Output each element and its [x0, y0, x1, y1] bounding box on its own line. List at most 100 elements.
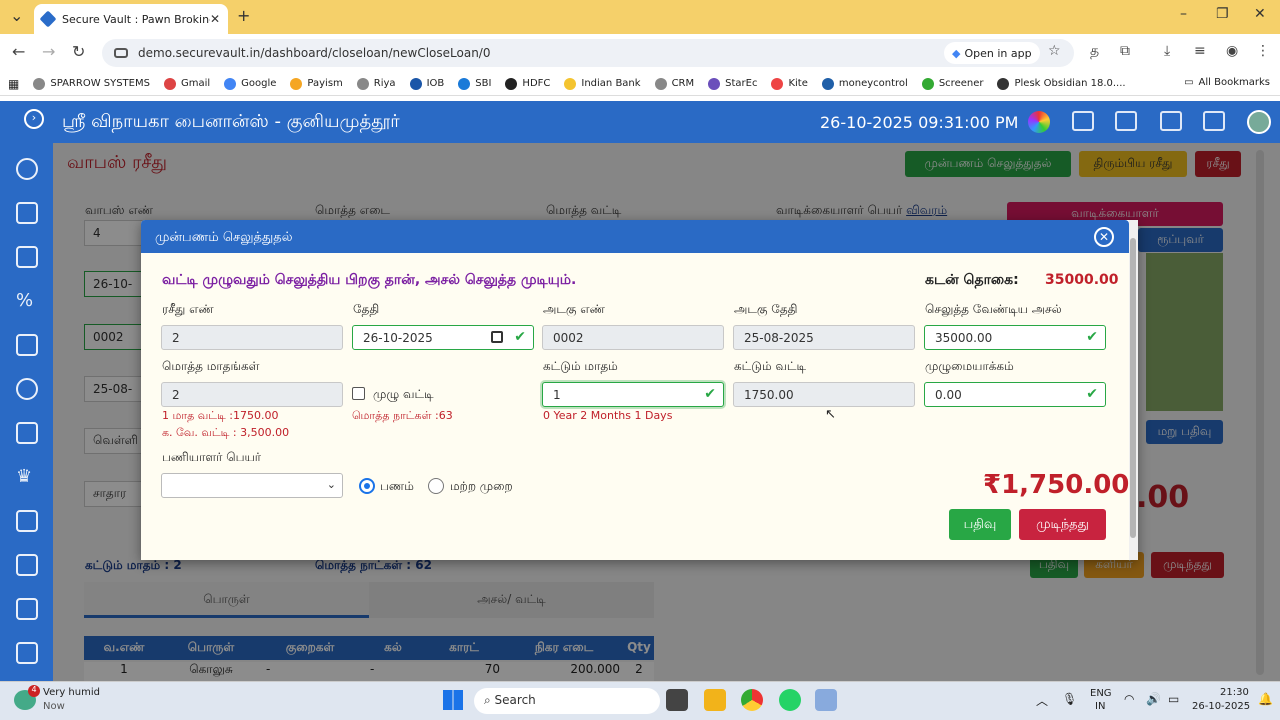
windows-start-icon[interactable]: [443, 690, 463, 710]
language-indicator[interactable]: ENG: [1090, 688, 1112, 699]
menu-icon[interactable]: ⋮: [1256, 43, 1270, 59]
microphone-icon[interactable]: 🎙: [1062, 692, 1077, 706]
bookmark-item[interactable]: moneycontrol: [821, 77, 908, 90]
coin-icon[interactable]: [16, 378, 38, 400]
modal-close-icon[interactable]: ✕: [1094, 227, 1114, 247]
stack-icon[interactable]: [16, 334, 38, 356]
sidebar-toggle-icon[interactable]: ›: [24, 109, 44, 129]
tray-chevron-icon[interactable]: ︿: [1036, 692, 1048, 709]
bookmark-item[interactable]: IOB: [409, 77, 444, 90]
rounding-input[interactable]: 0.00 ✔: [924, 382, 1106, 407]
users-icon[interactable]: [16, 246, 38, 268]
bookmark-item[interactable]: CRM: [654, 77, 694, 90]
avatar[interactable]: [1247, 110, 1271, 134]
bookmark-item[interactable]: Kite: [771, 77, 808, 90]
snipping-tool-icon[interactable]: [815, 689, 837, 711]
bank-icon[interactable]: [1203, 111, 1225, 131]
bookmark-item[interactable]: HDFC: [505, 77, 550, 90]
chrome-icon[interactable]: [741, 689, 763, 711]
apps-icon[interactable]: ▦: [8, 77, 19, 91]
bookmark-item[interactable]: Plesk Obsidian 18.0....: [997, 77, 1126, 90]
bookmark-item[interactable]: Indian Bank: [564, 77, 641, 90]
theme-icon[interactable]: [1028, 111, 1050, 133]
paying-month-input[interactable]: 1 ✔: [542, 382, 724, 407]
modal-scrollbar[interactable]: [1129, 220, 1138, 560]
user-settings-icon[interactable]: [16, 642, 38, 664]
bookmark-item[interactable]: Gmail: [163, 77, 210, 90]
settings-icon[interactable]: [1072, 111, 1094, 131]
total-days-text: மொத்த நாட்கள் :63: [352, 409, 453, 422]
monitor-icon[interactable]: [16, 554, 38, 576]
notification-bell-icon[interactable]: 🔔: [1258, 692, 1273, 706]
principal-due-input[interactable]: 35000.00 ✔: [924, 325, 1106, 350]
extensions-icon[interactable]: ⧉: [1120, 43, 1130, 59]
crown-icon[interactable]: ♛: [16, 466, 38, 488]
bookmark-star-icon[interactable]: ☆: [1048, 43, 1061, 59]
profile-icon[interactable]: ◉: [1226, 43, 1238, 59]
task-view-icon[interactable]: [666, 689, 688, 711]
total-months-input[interactable]: 2: [161, 382, 343, 407]
reload-icon[interactable]: ↻: [72, 42, 85, 61]
clock-time[interactable]: 21:30: [1220, 687, 1249, 698]
receipt-no-input[interactable]: 2: [161, 325, 343, 350]
forward-icon[interactable]: →: [42, 42, 55, 61]
volume-icon[interactable]: 🔊: [1146, 692, 1161, 706]
new-tab-icon[interactable]: +: [237, 6, 250, 25]
close-tab-icon[interactable]: ✕: [210, 12, 220, 26]
paying-interest-input[interactable]: 1750.00: [733, 382, 915, 407]
done-button[interactable]: முடிந்தது: [1019, 509, 1106, 540]
bookmark-item[interactable]: Screener: [921, 77, 983, 90]
clock-date[interactable]: 26-10-2025: [1192, 701, 1250, 712]
bookmark-icon: [921, 77, 934, 90]
whatsapp-icon[interactable]: [779, 689, 801, 711]
full-interest-checkbox[interactable]: [352, 387, 365, 400]
bookmark-item[interactable]: Riya: [356, 77, 396, 90]
tab-search-icon[interactable]: ⌄: [10, 6, 23, 25]
wifi-icon[interactable]: ◠: [1124, 692, 1134, 706]
battery-icon[interactable]: ▭: [1168, 692, 1179, 706]
back-icon[interactable]: ←: [12, 42, 25, 61]
browser-tab[interactable]: Secure Vault : Pawn Broking Exp ✕: [34, 4, 228, 34]
bookmark-icon: [290, 77, 303, 90]
keyboard-icon[interactable]: [1115, 111, 1137, 131]
maximize-icon[interactable]: ❐: [1216, 6, 1229, 22]
search-icon: ⌕: [484, 693, 495, 707]
cash-radio[interactable]: [359, 478, 375, 494]
transfer-icon[interactable]: [16, 422, 38, 444]
language-region: IN: [1095, 701, 1106, 712]
translate-app-icon[interactable]: [1160, 111, 1182, 131]
report-icon[interactable]: [16, 598, 38, 620]
document-icon[interactable]: [16, 202, 38, 224]
staff-name-select[interactable]: ⌄: [161, 473, 343, 498]
all-bookmarks[interactable]: ▭ All Bookmarks: [1184, 77, 1270, 88]
date-input[interactable]: 26-10-2025 ✔: [352, 325, 534, 350]
header-datetime: 26-10-2025 09:31:00 PM: [820, 113, 1019, 132]
site-info-icon[interactable]: [114, 48, 128, 58]
bookmark-item[interactable]: StarEc: [708, 77, 757, 90]
bookmark-item[interactable]: Google: [224, 77, 276, 90]
pledge-no-input[interactable]: 0002: [542, 325, 724, 350]
translate-icon[interactable]: த: [1090, 43, 1099, 61]
principal-due-label: செலுத்த வேண்டிய அசல்: [925, 302, 1062, 316]
bookmark-item[interactable]: SBI: [458, 77, 491, 90]
calendar-icon[interactable]: [491, 331, 503, 343]
modal-scroll-thumb[interactable]: [1130, 238, 1136, 538]
address-bar[interactable]: demo.securevault.in/dashboard/closeloan/…: [102, 39, 1074, 67]
pledge-date-input[interactable]: 25-08-2025: [733, 325, 915, 350]
other-mode-radio[interactable]: [428, 478, 444, 494]
taskbar-search[interactable]: ⌕ Search: [474, 688, 660, 714]
percent-icon[interactable]: %: [16, 290, 38, 312]
search-person-icon[interactable]: [16, 510, 38, 532]
weather-text[interactable]: Very humid: [43, 687, 100, 698]
file-explorer-icon[interactable]: [704, 689, 726, 711]
media-icon[interactable]: ≡: [1194, 43, 1206, 59]
bookmark-item[interactable]: SPARROW SYSTEMS: [33, 77, 150, 90]
open-in-app-button[interactable]: ◆ Open in app: [944, 42, 1040, 64]
dashboard-icon[interactable]: [16, 158, 38, 180]
download-icon[interactable]: ⤓: [1164, 43, 1170, 59]
pledge-date-label: அடகு தேதி: [734, 302, 798, 316]
bookmark-item[interactable]: Payism: [290, 77, 343, 90]
save-button[interactable]: பதிவு: [949, 509, 1011, 540]
window-close-icon[interactable]: ✕: [1254, 6, 1266, 22]
minimize-icon[interactable]: –: [1180, 6, 1187, 22]
